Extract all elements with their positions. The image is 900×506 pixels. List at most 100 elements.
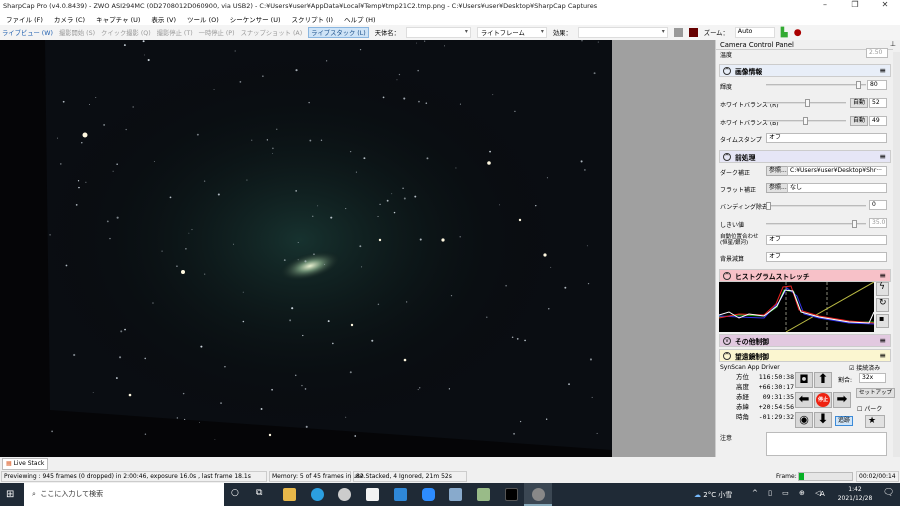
menu-icon[interactable]: ≡ bbox=[879, 152, 886, 161]
collapse-icon[interactable]: ^ bbox=[723, 271, 731, 280]
slider-thumb[interactable] bbox=[805, 99, 810, 107]
app-icon[interactable] bbox=[338, 488, 351, 501]
histogram-chart[interactable] bbox=[719, 282, 874, 332]
weather-widget[interactable]: ☁ 2°C 小雪 bbox=[694, 490, 732, 500]
task-view-icon[interactable]: ⧉ bbox=[256, 488, 262, 498]
live-stack-button[interactable]: ライブスタック (L) bbox=[308, 27, 369, 38]
clock[interactable]: 1:42 2021/12/28 bbox=[833, 485, 877, 503]
move-west-button[interactable]: ⬅ bbox=[795, 392, 813, 408]
pause-button[interactable]: 一時停止 (P) bbox=[199, 28, 235, 37]
wb-red-auto-button[interactable]: 自動 bbox=[850, 98, 869, 108]
search-box[interactable]: ⌕ ここに入力して検索 bbox=[24, 483, 224, 506]
edge-icon[interactable] bbox=[311, 488, 324, 501]
slider-thumb[interactable] bbox=[851, 220, 857, 228]
zoom-app-icon[interactable] bbox=[422, 488, 435, 501]
live-stack-image[interactable] bbox=[0, 40, 612, 457]
background-select[interactable]: オフ bbox=[766, 252, 887, 262]
ime-indicator[interactable]: A bbox=[820, 490, 825, 498]
start-capture-button[interactable]: 撮影開始 (S) bbox=[59, 28, 95, 37]
menu-file[interactable]: ファイル (F) bbox=[6, 14, 43, 24]
snapshot-button[interactable]: スナップショット (A) bbox=[241, 28, 303, 37]
stop-button[interactable]: 停止 bbox=[814, 392, 832, 408]
save-icon[interactable]: ▪ bbox=[876, 314, 889, 328]
section-image-info[interactable]: ^ 画像情報 ≡ bbox=[719, 64, 891, 77]
section-other-controls[interactable]: v その他制御 ≡ bbox=[719, 334, 891, 347]
active-app-tab[interactable] bbox=[524, 483, 552, 506]
target-name-input[interactable]: ▾ bbox=[405, 27, 471, 38]
paint-icon[interactable] bbox=[477, 488, 490, 501]
menu-icon[interactable]: ≡ bbox=[879, 66, 886, 75]
slider-thumb[interactable] bbox=[766, 202, 771, 210]
notes-app-icon[interactable] bbox=[449, 488, 462, 501]
move-south-button[interactable]: ⬇ bbox=[814, 412, 832, 428]
close-button[interactable]: ✕ bbox=[870, 0, 900, 9]
spiral-search-icon[interactable]: ◘ bbox=[795, 372, 813, 388]
menu-camera[interactable]: カメラ (C) bbox=[54, 14, 85, 24]
align-select[interactable]: オフ bbox=[766, 235, 887, 245]
threshold-value[interactable]: 35.0 bbox=[869, 218, 887, 228]
maximize-button[interactable]: ❐ bbox=[840, 0, 870, 9]
menu-tools[interactable]: ツール (O) bbox=[187, 14, 219, 24]
timestamp-select[interactable]: オフ bbox=[766, 133, 887, 143]
windows-start-icon[interactable]: ⊞ bbox=[6, 489, 14, 500]
menu-help[interactable]: ヘルプ (H) bbox=[344, 14, 376, 24]
setup-button[interactable]: セットアップ bbox=[856, 388, 896, 398]
park-checkbox[interactable]: ☐ パーク bbox=[857, 404, 882, 413]
slider-thumb[interactable] bbox=[802, 117, 808, 125]
connected-checkbox[interactable]: ☑ 接続済み bbox=[849, 363, 880, 372]
slider-thumb[interactable] bbox=[856, 81, 862, 89]
grayscale-icon[interactable] bbox=[673, 28, 683, 37]
histogram-icon[interactable]: ▙ bbox=[781, 28, 788, 38]
section-histogram[interactable]: ^ ヒストグラムストレッチ ≡ bbox=[719, 269, 891, 282]
move-north-button[interactable]: ⬆ bbox=[814, 372, 832, 388]
stop-capture-button[interactable]: 撮影停止 (T) bbox=[157, 28, 193, 37]
target-icon[interactable]: ◉ bbox=[795, 412, 813, 428]
pin-icon[interactable]: ⊥ bbox=[890, 40, 896, 48]
rate-select[interactable]: 32x bbox=[859, 373, 886, 383]
banding-slider[interactable] bbox=[766, 202, 866, 210]
dark-select[interactable]: C:¥Users¥user¥Desktop¥Shr··· bbox=[787, 166, 887, 176]
wb-blue-slider[interactable] bbox=[766, 117, 846, 125]
live-view-button[interactable]: ライブビュー (W) bbox=[2, 28, 53, 37]
track-button[interactable]: 追跡 bbox=[835, 416, 854, 426]
flat-select[interactable]: なし bbox=[787, 183, 887, 193]
tab-live-stack[interactable]: ▦ Live Stack bbox=[2, 458, 49, 470]
menu-script[interactable]: スクリプト (I) bbox=[291, 14, 333, 24]
collapse-icon[interactable]: ^ bbox=[723, 66, 731, 75]
section-preprocess[interactable]: ^ 前処理 ≡ bbox=[719, 150, 891, 163]
brightness-slider[interactable] bbox=[766, 81, 866, 89]
threshold-slider[interactable] bbox=[766, 220, 866, 228]
menu-capture[interactable]: キャプチャ (U) bbox=[96, 14, 140, 24]
wb-blue-auto-button[interactable]: 自動 bbox=[850, 116, 869, 126]
wb-red-slider[interactable] bbox=[766, 99, 846, 107]
menu-icon[interactable]: ≡ bbox=[879, 271, 886, 280]
store-icon[interactable] bbox=[366, 488, 379, 501]
zoom-select[interactable]: Auto bbox=[734, 27, 775, 38]
mail-icon[interactable] bbox=[394, 488, 407, 501]
expand-icon[interactable]: v bbox=[723, 336, 731, 345]
tray-icons[interactable]: ^ ▯ ▭ ⊕ ◁ bbox=[752, 489, 824, 497]
notes-input[interactable] bbox=[766, 432, 887, 456]
file-explorer-icon[interactable] bbox=[283, 488, 296, 501]
frame-type-select[interactable]: ライトフレーム ▾ bbox=[476, 27, 547, 38]
wb-blue-value[interactable]: 49 bbox=[869, 116, 887, 126]
magnifier-icon[interactable]: ● bbox=[794, 28, 802, 38]
minimize-button[interactable]: – bbox=[810, 0, 840, 9]
menu-sequencer[interactable]: シーケンサー (U) bbox=[230, 14, 281, 24]
cortana-icon[interactable]: ○ bbox=[231, 488, 239, 498]
menu-icon[interactable]: ≡ bbox=[879, 351, 886, 360]
section-telescope[interactable]: ^ 望遠鏡制御 ≡ bbox=[719, 349, 891, 362]
brightness-value[interactable]: 80 bbox=[867, 80, 887, 90]
wb-red-value[interactable]: 52 bbox=[869, 98, 887, 108]
reset-icon[interactable]: ↻ bbox=[876, 298, 889, 312]
collapse-icon[interactable]: ^ bbox=[723, 351, 731, 360]
auto-stretch-icon[interactable]: ϟ bbox=[876, 282, 889, 296]
banding-value[interactable]: 0 bbox=[869, 200, 887, 210]
sharpcap-taskbar-icon[interactable] bbox=[505, 488, 518, 501]
star-icon[interactable]: ★ bbox=[865, 415, 885, 428]
collapse-icon[interactable]: ^ bbox=[723, 152, 731, 161]
quick-capture-button[interactable]: クイック撮影 (Q) bbox=[101, 28, 151, 37]
menu-icon[interactable]: ≡ bbox=[879, 336, 886, 345]
menu-view[interactable]: 表示 (V) bbox=[151, 14, 176, 24]
notification-icon[interactable]: 🗨 bbox=[883, 488, 894, 498]
